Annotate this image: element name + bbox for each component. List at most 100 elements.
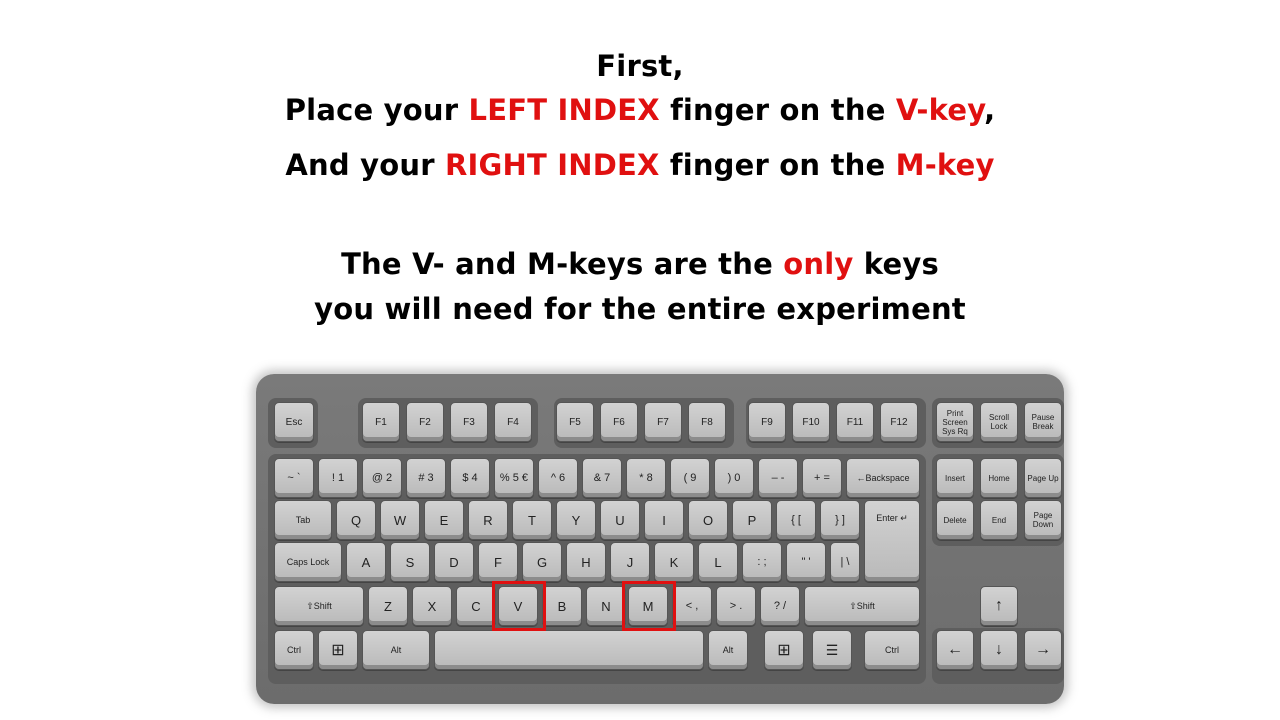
key-l: L <box>698 542 738 582</box>
key-label: " ' <box>801 555 811 568</box>
key-s: S <box>390 542 430 582</box>
key-slash: ? / <box>760 586 800 626</box>
key-a: A <box>346 542 386 582</box>
emphasis-only: only <box>783 247 854 281</box>
text-segment: And your <box>285 148 445 182</box>
key-backslash: | \ <box>830 542 860 582</box>
key-label: Enter ↵ <box>876 513 908 523</box>
key-left-bracket: { [ <box>776 500 816 540</box>
key-c: C <box>456 586 496 626</box>
key-label: O <box>702 512 714 528</box>
key-label: Caps Lock <box>286 557 330 567</box>
key-label: – - <box>771 471 785 484</box>
key-label: Scroll Lock <box>988 413 1009 431</box>
key-u: U <box>600 500 640 540</box>
key-equals: + = <box>802 458 842 498</box>
key-label: T <box>528 512 536 528</box>
key-label: N <box>601 598 611 614</box>
key-8: * 8 <box>626 458 666 498</box>
key-arrow-up: ↑ <box>980 586 1018 626</box>
key-label: Delete <box>943 515 967 525</box>
key-label: > . <box>729 599 743 612</box>
key-label: ? / <box>773 599 787 612</box>
key-label: F11 <box>846 416 864 428</box>
key-label: F <box>494 554 502 570</box>
key-label: | \ <box>840 555 850 568</box>
key-arrow-down: ↓ <box>980 630 1018 670</box>
key-label: I <box>662 512 666 528</box>
key-3: # 3 <box>406 458 446 498</box>
key-label: { [ <box>791 513 801 526</box>
windows-icon: ⊞ <box>331 642 345 659</box>
key-0: ) 0 <box>714 458 754 498</box>
key-label: Tab <box>295 515 311 525</box>
key-left-shift: ⇧Shift <box>274 586 364 626</box>
windows-icon: ⊞ <box>777 642 791 659</box>
key-delete: Delete <box>936 500 974 540</box>
key-tab: Tab <box>274 500 332 540</box>
key-tilde: ~ ` <box>274 458 314 498</box>
key-label: Pause Break <box>1031 413 1055 431</box>
key-label: H <box>581 554 591 570</box>
instruction-line-left-index: Place your LEFT INDEX finger on the V-ke… <box>0 93 1280 127</box>
key-g: G <box>522 542 562 582</box>
key-label: # 3 <box>418 471 434 484</box>
key-arrow-right: → <box>1024 630 1062 670</box>
key-right-ctrl: Ctrl <box>864 630 920 670</box>
key-comma: < , <box>672 586 712 626</box>
key-h: H <box>566 542 606 582</box>
key-d: D <box>434 542 474 582</box>
key-left-alt: Alt <box>362 630 430 670</box>
key-right-bracket: } ] <box>820 500 860 540</box>
key-b: B <box>542 586 582 626</box>
text-segment: keys <box>853 247 939 281</box>
key-f: F <box>478 542 518 582</box>
key-9: ( 9 <box>670 458 710 498</box>
text-segment: finger on the <box>659 93 896 127</box>
key-f1: F1 <box>362 402 400 442</box>
key-label: @ 2 <box>371 471 393 484</box>
key-label: + = <box>814 471 830 484</box>
key-label: Page Up <box>1027 473 1059 483</box>
arrow-right-icon: → <box>1035 641 1051 658</box>
key-arrow-left: ← <box>936 630 974 670</box>
emphasis-right-index: RIGHT INDEX <box>445 148 660 182</box>
key-label: Print Screen Sys Rq <box>942 408 968 436</box>
key-f9: F9 <box>748 402 786 442</box>
key-j: J <box>610 542 650 582</box>
key-label: F8 <box>701 416 713 428</box>
key-semicolon: : ; <box>742 542 782 582</box>
key-label: F1 <box>375 416 387 428</box>
key-label: ~ ` <box>287 471 301 484</box>
key-label: ←Backspace <box>856 473 910 483</box>
key-label: L <box>714 554 722 570</box>
key-o: O <box>688 500 728 540</box>
key-label: & 7 <box>593 471 611 484</box>
key-x: X <box>412 586 452 626</box>
key-label: S <box>405 554 415 570</box>
instruction-line-only-keys: The V- and M-keys are the only keys <box>0 247 1280 281</box>
key-label: F6 <box>613 416 625 428</box>
key-label: M <box>642 598 654 614</box>
key-f12: F12 <box>880 402 918 442</box>
key-f4: F4 <box>494 402 532 442</box>
key-minus: – - <box>758 458 798 498</box>
first-label: First, <box>596 49 684 83</box>
key-label: Y <box>571 512 581 528</box>
key-label: Alt <box>390 645 402 655</box>
key-label: K <box>669 554 679 570</box>
key-label: < , <box>685 599 699 612</box>
key-label: % 5 € <box>499 471 529 484</box>
key-z: Z <box>368 586 408 626</box>
key-5: % 5 € <box>494 458 534 498</box>
key-label: End <box>991 515 1007 525</box>
key-label: Home <box>988 473 1010 483</box>
key-period: > . <box>716 586 756 626</box>
key-menu: ☰ <box>812 630 852 670</box>
key-label: } ] <box>835 513 845 526</box>
key-f3: F3 <box>450 402 488 442</box>
key-label: Page Down <box>1032 511 1054 529</box>
arrow-up-icon: ↑ <box>995 597 1003 614</box>
key-home: Home <box>980 458 1018 498</box>
instruction-line-entire-experiment: you will need for the entire experiment <box>0 292 1280 326</box>
